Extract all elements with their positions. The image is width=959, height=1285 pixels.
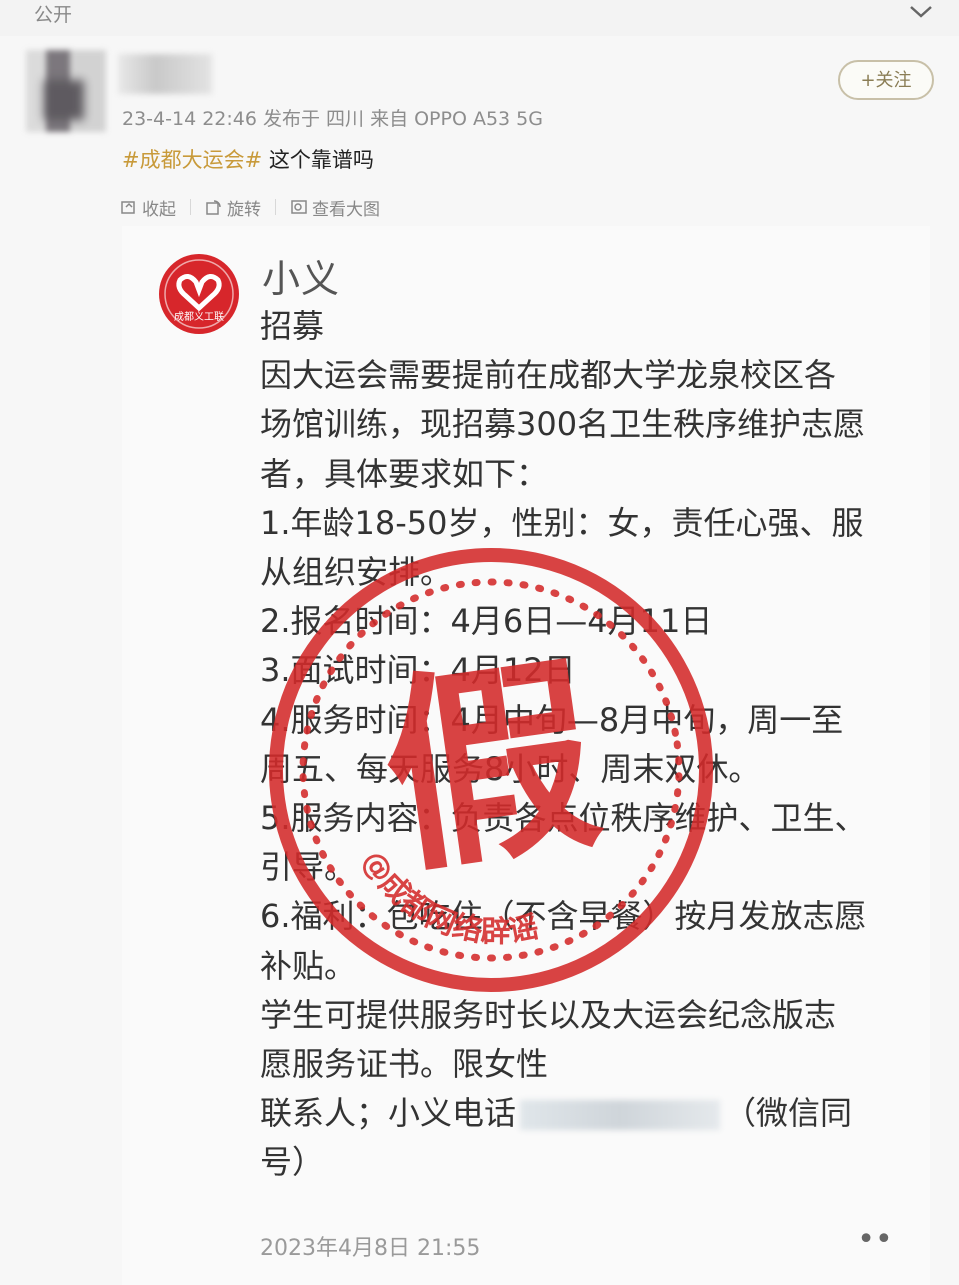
rotate-button[interactable]: 旋转 [205, 195, 261, 220]
org-logo[interactable]: 成都义工联 [158, 252, 240, 336]
contact-line: 联系人；小义电话 （微信同 [260, 1089, 920, 1138]
divider [190, 199, 191, 215]
user-avatar[interactable] [26, 50, 106, 132]
rotate-label: 旋转 [227, 199, 261, 220]
contact-suffix: （微信同 [724, 1094, 853, 1133]
view-large-icon [291, 200, 307, 214]
post-meta: 23-4-14 22:46 发布于 四川 来自 OPPO A53 5G [122, 108, 543, 130]
text-line: 1.年龄18-50岁，性别：女，责任心强、服 [260, 503, 864, 542]
image-toolbar: 收起 旋转 查看大图 [120, 194, 380, 220]
follow-button[interactable]: +关注 [838, 60, 934, 100]
recruitment-text: 招募 因大运会需要提前在成都大学龙泉校区各 场馆训练，现招募300名卫生秩序维护… [260, 302, 920, 1188]
collapse-label: 收起 [142, 199, 176, 220]
card-timestamp: 2023年4月8日 21:55 [260, 1236, 481, 1261]
contact-prefix: 联系人；小义电话 [260, 1094, 517, 1133]
post-text: #成都大运会# 这个靠谱吗 [122, 144, 374, 174]
logo-text: 成都义工联 [174, 311, 224, 323]
text-line: 6.福利：包吃住（不含早餐）按月发放志愿 [260, 897, 867, 936]
top-bar: 公开 [0, 0, 959, 36]
chevron-down-icon[interactable] [906, 0, 936, 24]
text-line: 5.服务内容：负责各点位秩序维护、卫生、 [260, 799, 867, 838]
text-line: 3.面试时间：4月12日 [260, 651, 576, 690]
hashtag-link[interactable]: #成都大运会# [122, 148, 262, 172]
text-line: 4.服务时间：4月中旬—8月中旬，周一至 [260, 700, 844, 739]
text-line: 2.报名时间：4月6日—4月11日 [260, 602, 713, 641]
post-body: 这个靠谱吗 [262, 148, 374, 172]
text-line: 号） [260, 1143, 325, 1182]
view-large-button[interactable]: 查看大图 [290, 195, 380, 220]
user-name-blurred[interactable] [118, 54, 212, 94]
collapse-button[interactable]: 收起 [120, 195, 176, 220]
text-line: 者，具体要求如下： [260, 454, 549, 493]
text-line: 学生可提供服务时长以及大运会纪念版志 [260, 995, 837, 1034]
org-name[interactable]: 小义 [262, 248, 340, 303]
text-line: 因大运会需要提前在成都大学龙泉校区各 [260, 356, 837, 395]
collapse-icon [121, 201, 135, 214]
more-options-button[interactable]: •• [850, 1225, 900, 1264]
text-line: 场馆训练，现招募300名卫生秩序维护志愿 [260, 405, 866, 444]
text-line: 愿服务证书。限女性 [260, 1045, 549, 1084]
text-line: 补贴。 [260, 946, 357, 985]
phone-number-blurred [520, 1100, 721, 1131]
visibility-label: 公开 [34, 4, 73, 26]
text-line: 招募 [260, 307, 325, 345]
divider [275, 199, 276, 215]
view-large-label: 查看大图 [312, 199, 380, 220]
rotate-icon [206, 200, 221, 215]
text-line: 引导。 [260, 848, 357, 887]
text-line: 周五、每天服务8小时、周末双休。 [260, 749, 761, 788]
text-line: 从组织安排。 [260, 553, 453, 592]
